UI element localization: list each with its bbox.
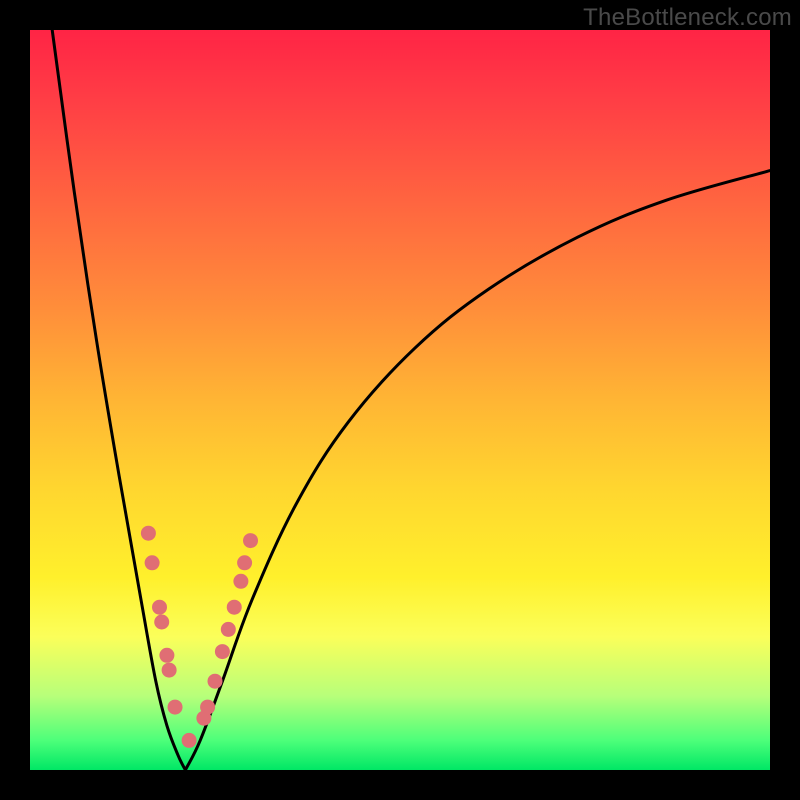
- data-marker: [154, 615, 169, 630]
- data-marker: [208, 674, 223, 689]
- chart-frame: TheBottleneck.com: [0, 0, 800, 800]
- watermark-text: TheBottleneck.com: [583, 4, 792, 32]
- data-marker: [233, 574, 248, 589]
- data-marker: [221, 622, 236, 637]
- curve-layer: [30, 30, 770, 770]
- data-marker: [237, 555, 252, 570]
- data-marker: [141, 526, 156, 541]
- plot-area: [30, 30, 770, 770]
- data-marker: [200, 700, 215, 715]
- data-marker: [162, 663, 177, 678]
- data-marker: [215, 644, 230, 659]
- data-marker: [227, 600, 242, 615]
- data-marker: [182, 733, 197, 748]
- data-marker: [145, 555, 160, 570]
- data-marker: [159, 648, 174, 663]
- data-marker: [243, 533, 258, 548]
- data-marker: [152, 600, 167, 615]
- curve-right-branch: [185, 171, 770, 770]
- data-marker: [168, 700, 183, 715]
